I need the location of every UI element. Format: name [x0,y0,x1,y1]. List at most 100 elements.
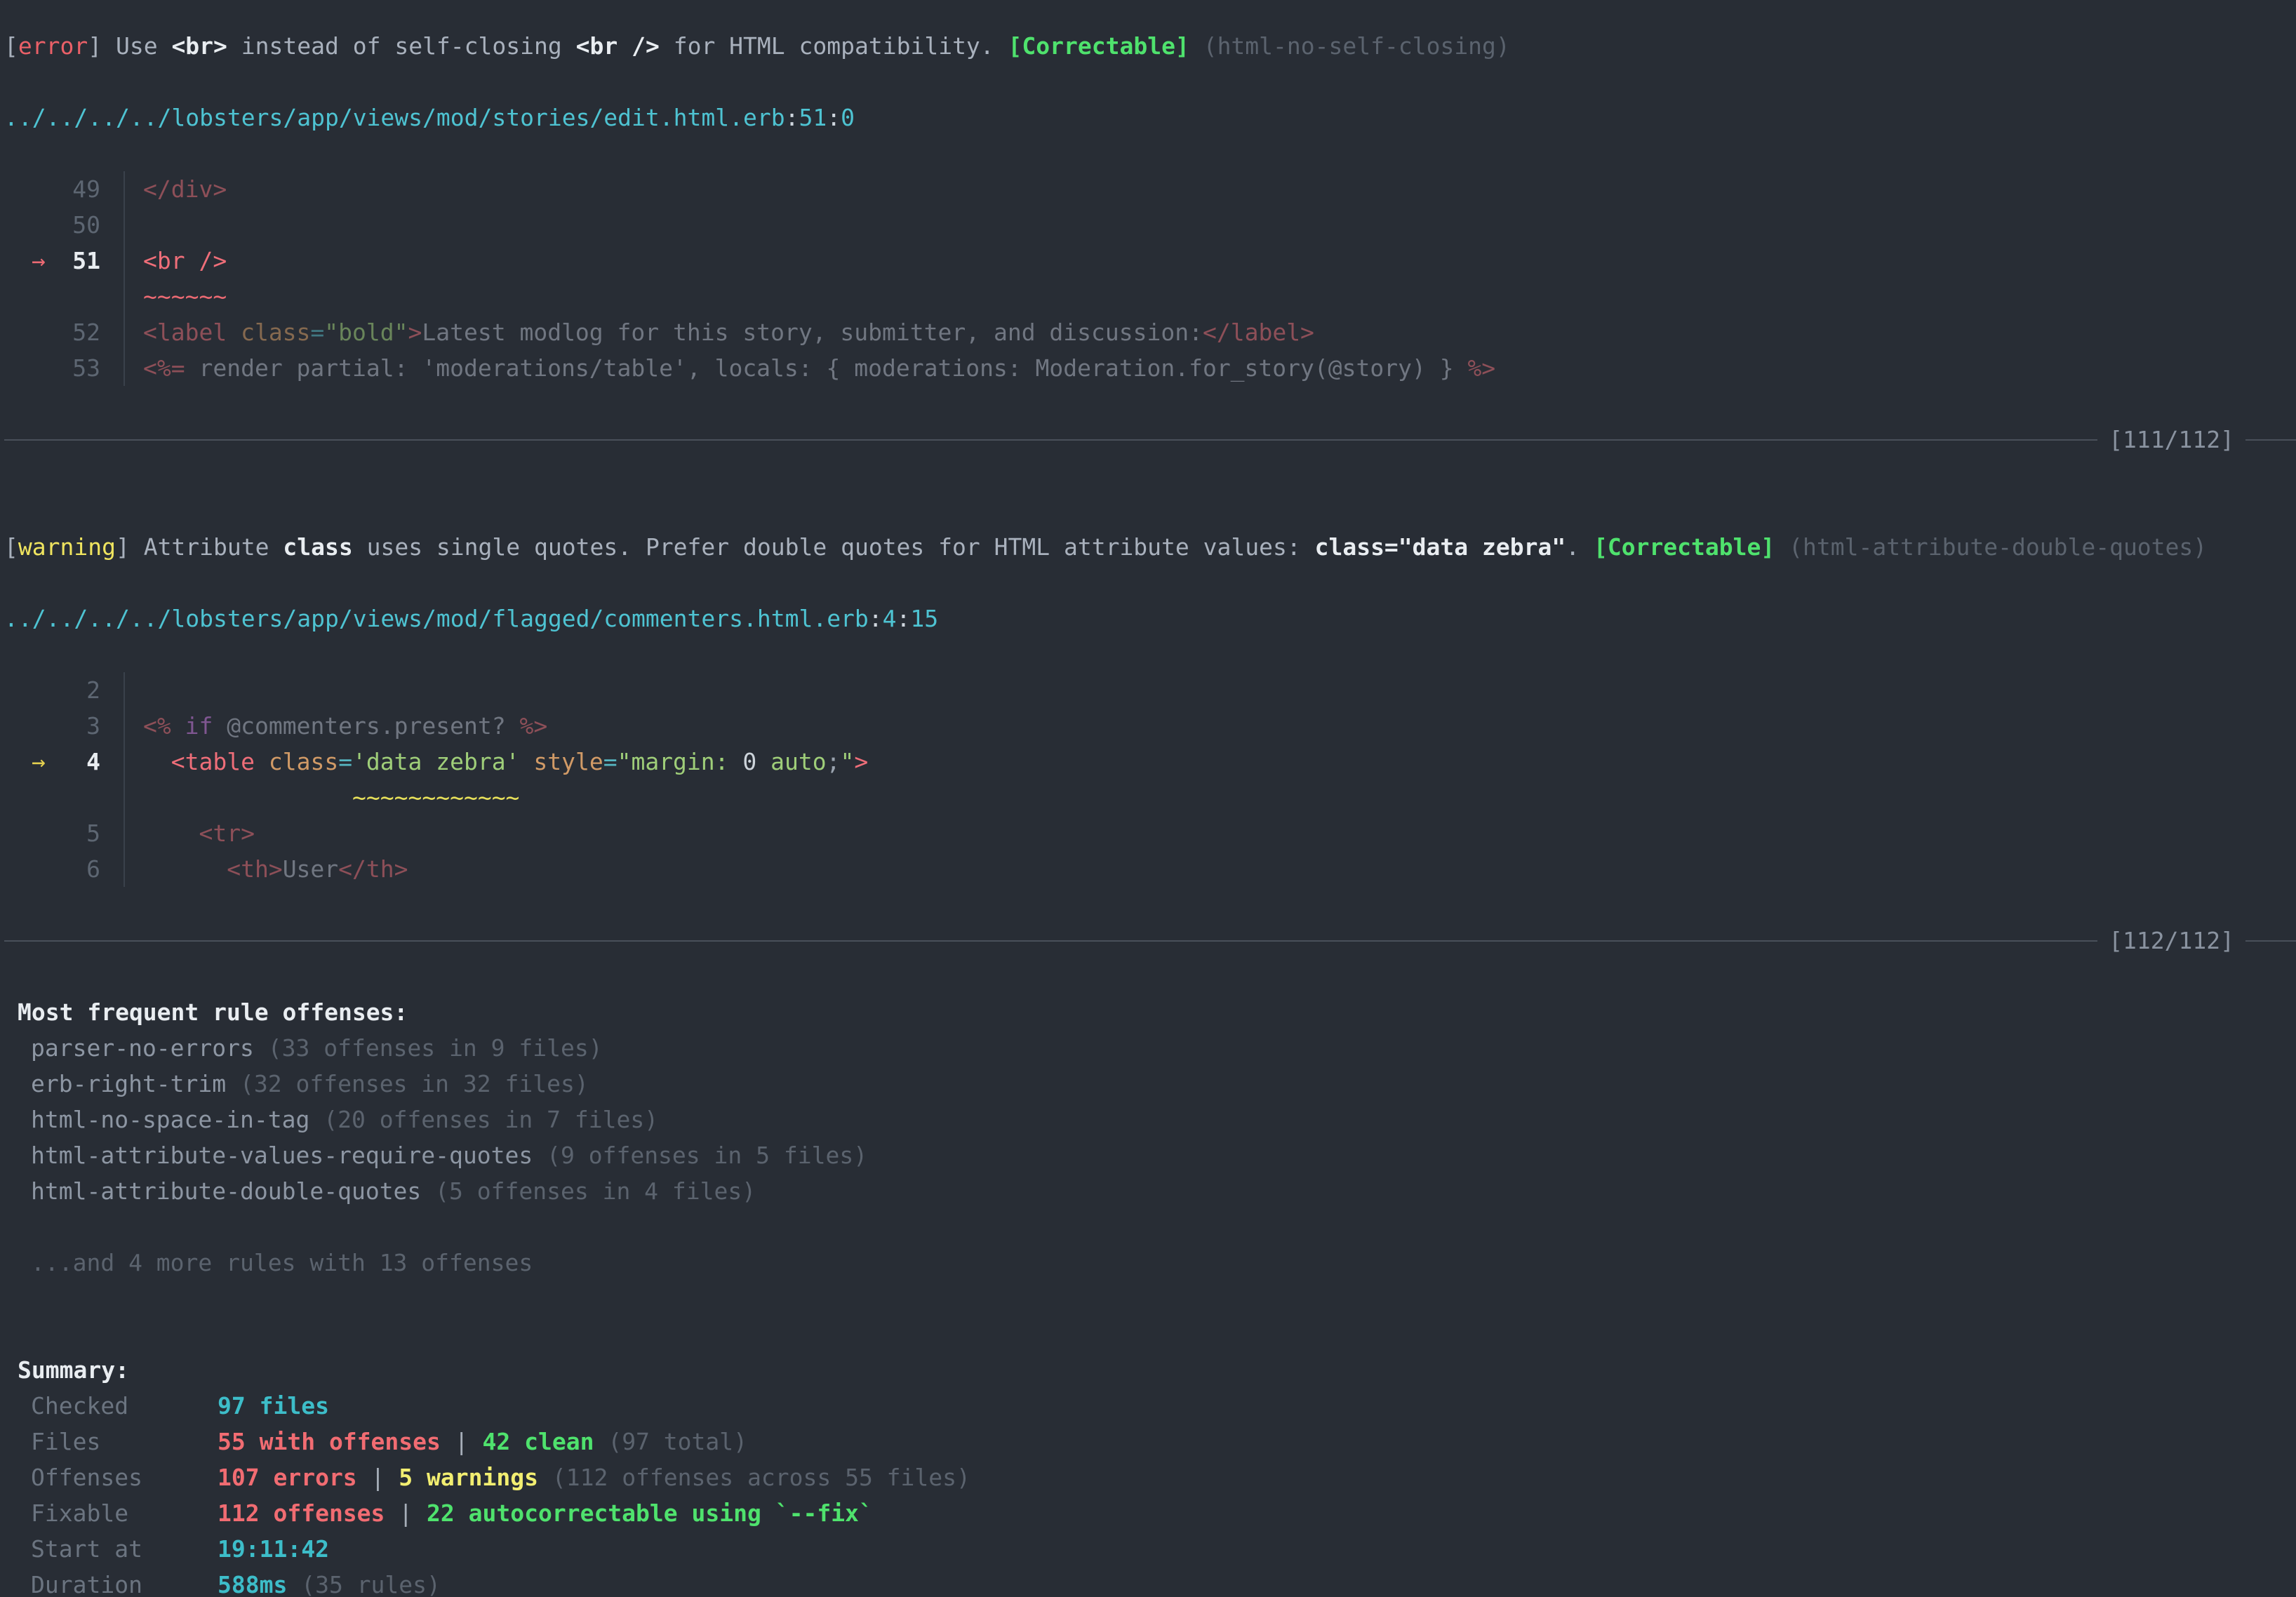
message-code-bold: class="data zebra" [1315,533,1566,561]
keyword: if [171,712,227,740]
squiggle-line: ~~~~~~ [0,279,2296,314]
code-text [125,207,143,243]
summary-value: 97 files [218,1392,329,1419]
offenses-total: (112 offenses across 55 files) [538,1464,970,1491]
more-rules-text: ...and 4 more rules with 13 offenses [31,1249,533,1276]
code-text: <label class="bold">Latest modlog for th… [125,314,1314,350]
line-number-current: 4 [86,748,100,775]
summary-label: Start at [31,1531,218,1567]
summary-row-files: Files55 with offenses | 42 clean (97 tot… [0,1424,2296,1459]
file-path-link[interactable]: ../../../../lobsters/app/views/mod/flagg… [4,605,869,632]
gutter: 2 [4,672,109,708]
line-number: 5 [86,820,100,847]
files-total: (97 total) [594,1428,747,1455]
operator: = [603,748,618,775]
line-number-current: 51 [72,247,100,274]
squiggle-line: ~~~~~~~~~~~~ [0,780,2296,815]
blank-line [0,386,2296,422]
gutter: 6 [4,851,109,887]
column-number-ref: 0 [841,104,855,131]
blank-line [0,887,2296,923]
severity-warning-label: warning [18,533,116,561]
blank-line [0,1316,2296,1352]
rule-item: html-no-space-in-tag (20 offenses in 7 f… [0,1102,2296,1137]
severity-bracket: [ [4,32,18,60]
gutter: →4 [4,744,109,780]
code-text: <% if @commenters.present? %> [125,708,547,744]
line-number-ref: 51 [799,104,827,131]
line-number: 6 [86,855,100,883]
blank-line [0,457,2296,493]
offense-arrow-icon: → [32,744,46,780]
html-tag: <tr> [143,820,255,847]
blank-line [0,493,2296,529]
path-separator: : [785,104,799,131]
message-code-bold: <br> [171,32,227,60]
rule-id: (html-attribute-double-quotes) [1775,533,2207,561]
path-separator: : [897,605,911,632]
correctable-badge: [Correctable] [1594,533,1775,561]
gutter: 52 [4,314,109,350]
rule-name: html-attribute-values-require-quotes [31,1142,533,1169]
gutter: 49 [4,171,109,207]
html-tag: <table [171,748,255,775]
rule-count: (5 offenses in 4 files) [421,1177,756,1205]
terminal-window: [error] Use <br> instead of self-closing… [0,0,2296,1597]
rule-count: (33 offenses in 9 files) [254,1034,603,1062]
file-path-link[interactable]: ../../../../lobsters/app/views/mod/stori… [4,104,785,131]
ruby-code: render partial: 'moderations/table', loc… [185,354,1468,382]
column-number-ref: 15 [910,605,938,632]
message-code-bold: <br /> [576,32,660,60]
text-content: User [283,855,338,883]
string-literal: auto [756,748,826,775]
blank-line [0,1209,2296,1245]
code-line-offending: →51<br /> [0,243,2296,279]
rule-item: parser-no-errors (33 offenses in 9 files… [0,1030,2296,1066]
message-text: instead of self-closing [227,32,576,60]
operator: = [338,748,352,775]
offense-message-error: [error] Use <br> instead of self-closing… [0,28,2296,64]
code-line: 53<%= render partial: 'moderations/table… [0,350,2296,386]
more-rules-note: ...and 4 more rules with 13 offenses [0,1245,2296,1281]
text-content: Latest modlog for this story, submitter,… [422,319,1203,346]
gutter [4,780,109,815]
code-line: 52 <label class="bold">Latest modlog for … [0,314,2296,350]
html-attr: class [269,748,338,775]
string-literal: " [840,748,854,775]
gutter: 5 [4,815,109,851]
line-number: 2 [86,676,100,704]
progress-divider: [112/112] [0,923,2296,958]
indent [143,784,352,811]
html-tag: </th> [338,855,408,883]
message-text: . [1566,533,1594,561]
semicolon: ; [827,748,841,775]
message-text: Use [102,32,171,60]
line-number: 50 [72,211,100,239]
line-number: 52 [72,319,100,346]
line-number: 3 [86,712,100,740]
line-number-ref: 4 [883,605,897,632]
summary-row-start: Start at19:11:42 [0,1531,2296,1567]
summary-value: 19:11:42 [218,1535,329,1563]
divider-line [4,940,2097,942]
message-text: uses single quotes. Prefer double quotes… [353,533,1315,561]
fixable-count: 112 offenses [218,1499,385,1527]
erb-tag: <% [143,712,171,740]
error-count: 107 errors [218,1464,357,1491]
progress-count: [111/112] [2097,422,2245,457]
line-number: 53 [72,354,100,382]
html-tag: </div> [143,175,227,203]
code-line-offending: →4 <table class='data zebra' style="marg… [0,744,2296,780]
rule-count: (20 offenses in 7 files) [309,1106,658,1133]
code-line: 3 <% if @commenters.present? %> [0,708,2296,744]
code-text: <tr> [125,815,255,851]
gutter: →51 [4,243,109,279]
files-clean: 42 clean [483,1428,594,1455]
code-line: 49 </div> [0,171,2296,207]
severity-bracket: [ [4,533,18,561]
summary-row-offenses: Offenses107 errors | 5 warnings (112 off… [0,1459,2296,1495]
gutter [4,279,109,314]
section-title: Most frequent rule offenses: [18,998,408,1026]
line-number: 49 [72,175,100,203]
file-path-line: ../../../../lobsters/app/views/mod/flagg… [0,601,2296,636]
